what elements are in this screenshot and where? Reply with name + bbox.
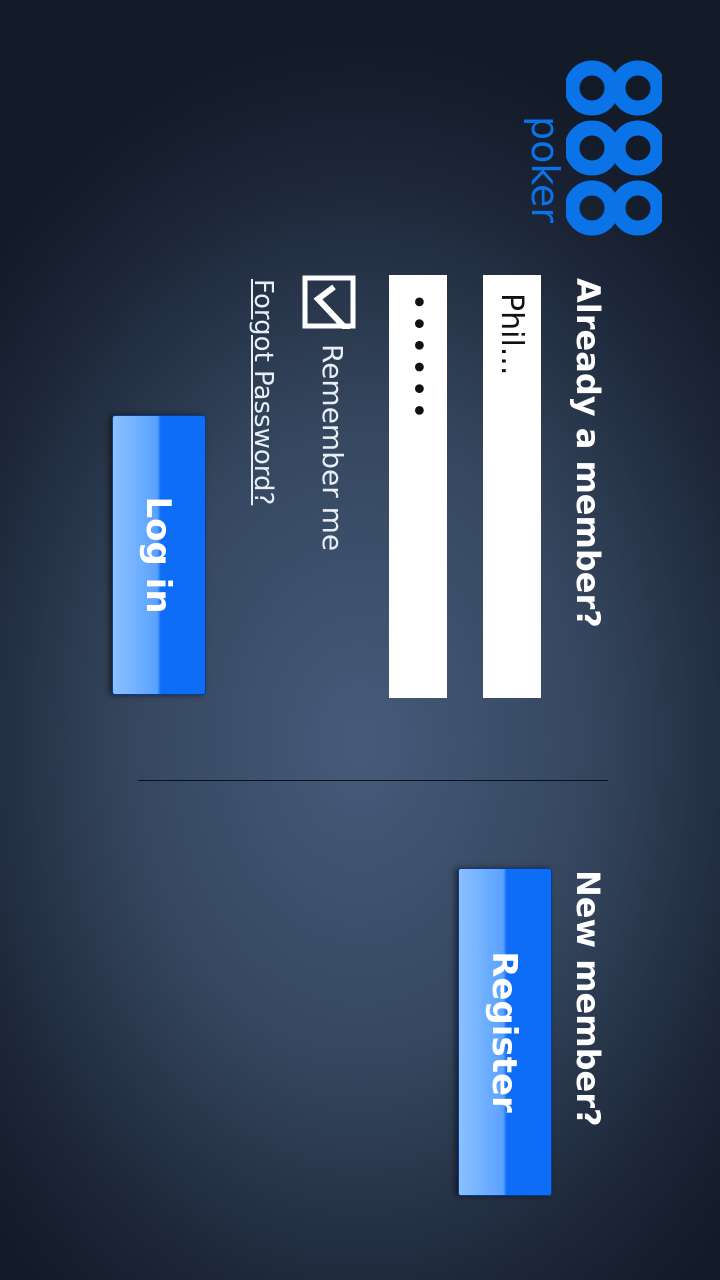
logo: 888	[550, 0, 720, 260]
login-screen: 888 poker Already a member? Remember me …	[0, 0, 720, 1280]
password-input[interactable]	[389, 275, 447, 698]
register-button[interactable]: Register	[458, 868, 552, 1196]
login-heading: Already a member?	[569, 278, 607, 628]
login-button[interactable]: Log in	[112, 415, 206, 695]
section-divider	[138, 780, 608, 781]
forgot-password-link[interactable]: Forgot Password?	[243, 279, 283, 505]
remember-me-label: Remember me	[316, 344, 349, 552]
logo-poker-text: poker	[523, 116, 567, 224]
register-heading: New member?	[569, 870, 607, 1127]
username-input[interactable]	[483, 275, 541, 698]
checkmark-icon[interactable]	[302, 275, 356, 329]
logo-digit-8-icon	[566, 60, 662, 116]
logo-digit-8-icon	[566, 180, 662, 236]
logo-digit-8-icon	[566, 120, 662, 176]
